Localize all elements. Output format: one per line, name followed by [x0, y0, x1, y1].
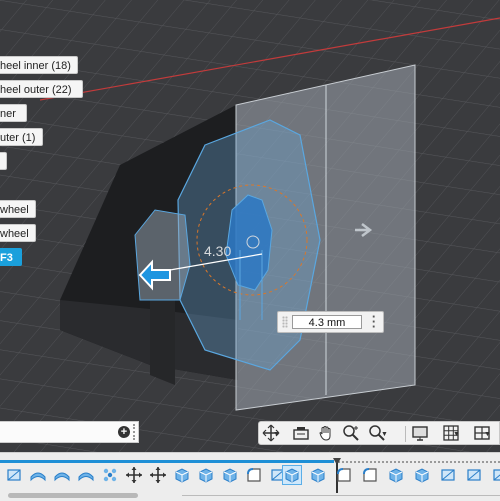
sketch-icon — [441, 469, 455, 481]
fit-button[interactable]: ▼ — [368, 424, 400, 444]
scrollbar-track — [182, 495, 500, 497]
fillet-icon — [337, 468, 351, 482]
pattern-icon — [103, 468, 117, 482]
dimension-label: 4.30 — [204, 243, 232, 259]
body-icon — [175, 468, 189, 483]
timeline-feature-sketch-icon[interactable] — [438, 465, 458, 485]
timeline-feature-extrude-icon[interactable] — [52, 465, 72, 485]
timeline-feature-extrude-icon[interactable] — [76, 465, 96, 485]
design-timeline — [0, 452, 500, 501]
add-comment-icon[interactable]: + — [118, 426, 130, 438]
timeline-feature-fillet-icon[interactable] — [244, 465, 264, 485]
sketch-icon — [7, 469, 21, 481]
scrollbar-thumb[interactable] — [8, 493, 138, 498]
design-canvas[interactable]: 4.30 heel inner (18) heel outer (22) ner ut… — [0, 0, 500, 452]
timeline-feature-sketch-icon[interactable] — [490, 465, 500, 485]
timeline-feature-body-icon[interactable] — [282, 465, 302, 485]
timeline-feature-body-icon[interactable] — [196, 465, 216, 485]
dimension-input-box[interactable]: 4.3 mm · · · — [277, 310, 384, 333]
fit-icon — [369, 425, 385, 441]
timeline-feature-move-icon[interactable] — [124, 465, 144, 485]
orbit-icon — [262, 424, 280, 442]
body-icon — [389, 468, 403, 483]
grid-settings-icon — [443, 425, 459, 441]
browser-item[interactable]: ner — [0, 104, 27, 122]
browser-item[interactable]: wheel — [0, 224, 36, 242]
timeline-feature-extrude-icon[interactable] — [28, 465, 48, 485]
more-options-icon[interactable]: · · · — [369, 310, 379, 333]
browser-item[interactable]: wheel — [0, 200, 36, 218]
sketch-icon — [467, 469, 481, 481]
extrude-icon — [54, 472, 70, 482]
look-at-button[interactable] — [292, 424, 314, 444]
display-settings-button[interactable]: ▼ — [411, 424, 439, 444]
panel-splitter[interactable] — [133, 424, 136, 440]
drag-grip[interactable] — [282, 316, 288, 328]
body-icon — [311, 468, 325, 483]
timeline-feature-fillet-icon[interactable] — [334, 465, 354, 485]
timeline-feature-move-icon[interactable] — [148, 465, 168, 485]
body-icon — [199, 468, 213, 483]
timeline-progress — [0, 460, 334, 463]
pan-icon — [319, 426, 331, 441]
browser-item[interactable]: uter (1) — [0, 128, 43, 146]
extrude-icon — [30, 472, 46, 482]
timeline-feature-body-icon[interactable] — [386, 465, 406, 485]
body-slot-face — [150, 300, 175, 385]
dimension-value-field[interactable]: 4.3 mm — [292, 315, 362, 329]
navigation-toolbar: ▼ ▼ ▼ ▼ — [258, 421, 500, 445]
zoom-icon — [343, 425, 359, 441]
browser-item[interactable]: F3 — [0, 248, 22, 266]
viewports-button[interactable]: ▼ — [473, 424, 500, 444]
comments-panel: + — [0, 421, 139, 443]
look-at-icon — [293, 427, 309, 440]
timeline-feature-body-icon[interactable] — [220, 465, 240, 485]
timeline-feature-body-icon[interactable] — [412, 465, 432, 485]
timeline-feature-fillet-icon[interactable] — [360, 465, 380, 485]
extrude-icon — [78, 472, 94, 482]
orbit-button[interactable]: ▼ — [262, 424, 290, 444]
toolbar-divider — [405, 426, 406, 442]
grid-settings-button[interactable]: ▼ — [442, 424, 470, 444]
timeline-feature-body-icon[interactable] — [172, 465, 192, 485]
display-settings-icon — [412, 426, 428, 441]
fillet-icon — [247, 468, 261, 482]
timeline-feature-body-icon[interactable] — [308, 465, 328, 485]
viewports-icon — [474, 426, 490, 440]
fillet-icon — [363, 468, 377, 482]
body-icon — [223, 468, 237, 483]
move-icon — [150, 467, 166, 483]
browser-item[interactable]: heel inner (18) — [0, 56, 78, 74]
browser-item[interactable] — [0, 152, 7, 170]
browser-item[interactable]: heel outer (22) — [0, 80, 83, 98]
pan-button[interactable] — [317, 424, 339, 444]
timeline-feature-sketch-icon[interactable] — [4, 465, 24, 485]
body-icon — [285, 468, 299, 483]
move-icon — [126, 467, 142, 483]
timeline-feature-pattern-icon[interactable] — [100, 465, 120, 485]
timeline-rest — [338, 461, 500, 464]
timeline-feature-sketch-icon[interactable] — [464, 465, 484, 485]
zoom-button[interactable] — [342, 424, 364, 444]
sketch-icon — [493, 469, 500, 481]
body-icon — [415, 468, 429, 483]
